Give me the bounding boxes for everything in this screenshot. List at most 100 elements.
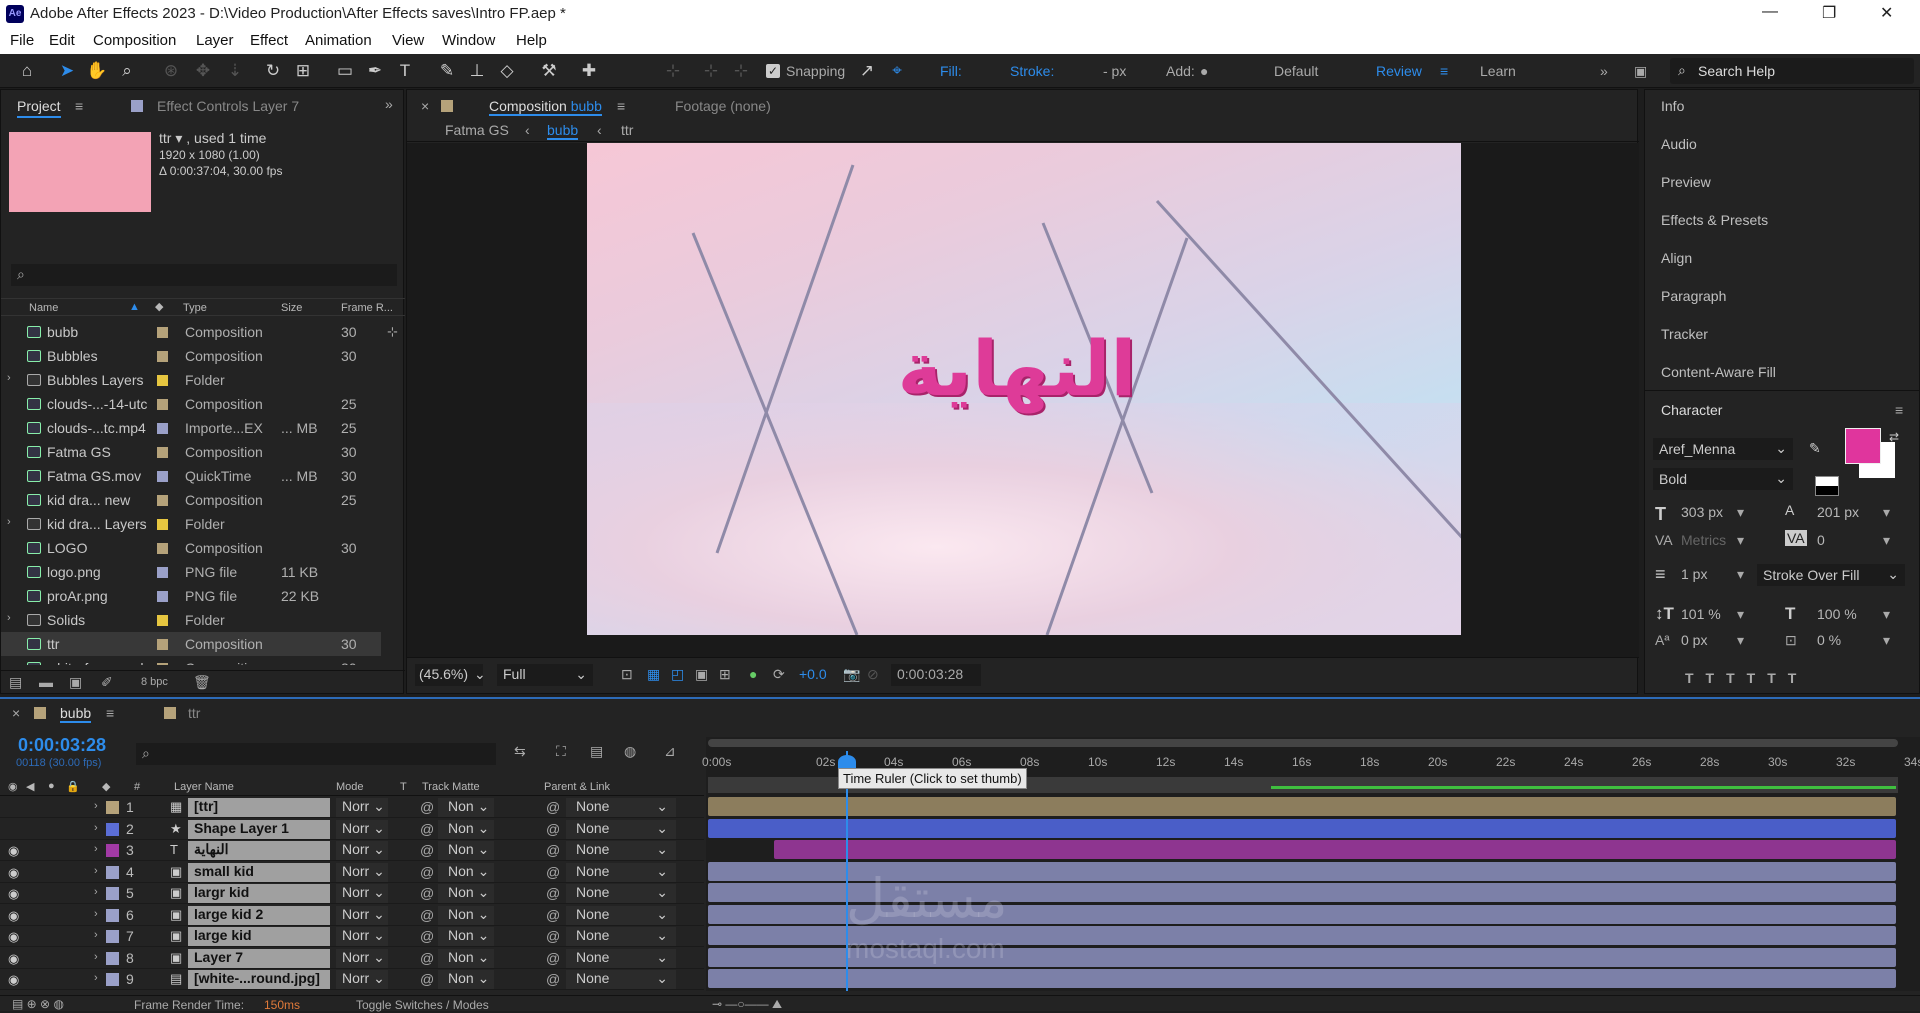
parent-dropdown[interactable]: None ⌄	[566, 841, 676, 860]
blend-mode-dropdown[interactable]: Norr ⌄	[336, 905, 388, 925]
track-matte-pickwhip-icon[interactable]: @	[420, 864, 434, 880]
pan-behind-tool-icon[interactable]: ⊞	[292, 60, 314, 82]
parent-dropdown[interactable]: None ⌄	[566, 948, 676, 968]
eye-icon[interactable]: ◉	[8, 972, 19, 988]
blend-mode-dropdown[interactable]: Norr ⌄	[336, 819, 388, 839]
layer-label-color[interactable]	[106, 908, 119, 922]
blend-mode-dropdown[interactable]: Norr ⌄	[336, 862, 388, 882]
parent-dropdown[interactable]: None ⌄	[566, 798, 676, 817]
timeline-layer-row[interactable]: ◉ › 9 ▤ [white-...round.jpg] Norr ⌄ @ Non ⌄ @ Non…	[0, 969, 704, 990]
frame-blending-icon[interactable]: ▤	[590, 743, 603, 760]
rotate-tool-icon[interactable]: ↻	[262, 60, 284, 82]
timeline-search-input[interactable]: ⌕	[136, 743, 496, 765]
vertical-scale-value[interactable]: 101 %	[1681, 606, 1721, 622]
panel-info[interactable]: Info	[1661, 98, 1684, 114]
selection-tool-icon[interactable]: ➤	[56, 60, 78, 82]
close-comp-icon[interactable]: ×	[421, 98, 429, 114]
blend-mode-dropdown[interactable]: Norr ⌄	[336, 841, 388, 860]
label-color[interactable]	[157, 639, 168, 650]
font-size-value[interactable]: 303 px	[1681, 504, 1723, 520]
comp-menu-icon[interactable]: ≡	[617, 98, 625, 114]
label-color[interactable]	[157, 495, 168, 506]
parent-pickwhip-icon[interactable]: @	[546, 971, 560, 987]
snap-target-icon[interactable]: ⌖	[886, 60, 908, 82]
project-item[interactable]: Bubbles Composition 30	[1, 344, 381, 368]
eye-icon[interactable]: ◉	[8, 951, 19, 967]
eyedropper-icon[interactable]: ✎	[1809, 440, 1821, 457]
hand-tool-icon[interactable]: ✋	[86, 60, 108, 82]
col-type[interactable]: Type	[183, 302, 207, 314]
resolution-dropdown[interactable]: Full ⌄	[497, 664, 593, 686]
track-matte-dropdown[interactable]: Non ⌄	[438, 862, 494, 882]
sync-icon[interactable]: ▣	[1634, 63, 1647, 80]
label-color[interactable]	[157, 519, 168, 530]
chevron-down-icon[interactable]: ▾	[1737, 606, 1744, 623]
region-of-interest-icon[interactable]: ▣	[695, 666, 708, 683]
parent-pickwhip-icon[interactable]: @	[546, 950, 560, 966]
panel-audio[interactable]: Audio	[1661, 136, 1697, 152]
baseline-shift-value[interactable]: 0 px	[1681, 632, 1707, 648]
label-color[interactable]	[157, 351, 168, 362]
chevron-down-icon[interactable]: ▾	[1883, 632, 1890, 649]
track-matte-dropdown[interactable]: Non ⌄	[438, 819, 494, 839]
lock-switch-icon[interactable]: 🔒	[66, 780, 80, 793]
project-item[interactable]: › kid dra... Layers Folder	[1, 512, 381, 536]
col-layer-name[interactable]: Layer Name	[174, 781, 234, 793]
twirl-arrow-icon[interactable]: ›	[94, 929, 98, 941]
eye-icon[interactable]: ◉	[8, 886, 19, 902]
blend-mode-dropdown[interactable]: Norr ⌄	[336, 948, 388, 968]
twirl-arrow-icon[interactable]: ›	[94, 908, 98, 920]
timeline-track-area[interactable]: 0:00s 02s 04s 06s 08s 10s 12s 14s 16s 18s 20s 22s 24…	[702, 737, 1920, 991]
tsume-value[interactable]: 0 %	[1817, 632, 1841, 648]
label-color[interactable]	[157, 327, 168, 338]
col-size[interactable]: Size	[281, 302, 302, 314]
panel-paragraph[interactable]: Paragraph	[1661, 288, 1726, 304]
track-matte-pickwhip-icon[interactable]: @	[420, 971, 434, 987]
menu-window[interactable]: Window	[442, 32, 495, 49]
layer-name[interactable]: Shape Layer 1	[188, 819, 330, 839]
parent-dropdown[interactable]: None ⌄	[566, 970, 676, 989]
panel-tracker[interactable]: Tracker	[1661, 326, 1708, 342]
project-item[interactable]: proAr.png PNG file 22 KB	[1, 584, 381, 608]
workspace-default[interactable]: Default	[1274, 63, 1318, 79]
puppet-pin-icon[interactable]: ✚	[578, 60, 600, 82]
snapping-checkbox[interactable]: ✓	[766, 64, 780, 78]
comp-viewer[interactable]: النهاية	[407, 143, 1639, 657]
new-folder-icon[interactable]: ▬	[39, 674, 53, 690]
track-matte-dropdown[interactable]: Non ⌄	[438, 798, 494, 817]
project-menu-icon[interactable]: ≡	[75, 98, 83, 114]
layer-name[interactable]: [white-...round.jpg]	[188, 970, 330, 989]
bpc-label[interactable]: 8 bpc	[141, 676, 168, 688]
layer-label-color[interactable]	[106, 844, 119, 857]
more-workspaces-icon[interactable]: »	[1600, 63, 1608, 79]
axis-local-icon[interactable]: ⊹	[662, 60, 684, 82]
chevron-down-icon[interactable]: ▾	[1737, 566, 1744, 583]
flowchart-icon[interactable]: ⊹	[387, 324, 398, 340]
layer-name[interactable]: [ttr]	[188, 798, 330, 817]
parent-dropdown[interactable]: None ⌄	[566, 927, 676, 946]
chevron-down-icon[interactable]: ▾	[1883, 532, 1890, 549]
timeline-tab-bubb[interactable]: bubb	[60, 705, 92, 723]
zoom-dropdown[interactable]: (45.6%) ⌄	[415, 664, 486, 686]
axis-view-icon[interactable]: ⊹	[730, 60, 752, 82]
timeline-layer-row[interactable]: ◉ › 6 ▣ large kid 2 Norr ⌄ @ Non ⌄ @ None ⌄	[0, 905, 704, 926]
fast-preview-icon[interactable]: ⊡	[621, 666, 633, 683]
track-matte-dropdown[interactable]: Non ⌄	[438, 948, 494, 968]
draft-3d-icon[interactable]: ⛶	[556, 743, 566, 760]
adjust-icon[interactable]: ✐	[101, 674, 113, 691]
breadcrumb-fatma[interactable]: Fatma GS	[445, 122, 509, 138]
stroke-width[interactable]: - px	[1103, 63, 1126, 79]
label-color[interactable]	[157, 543, 168, 554]
kerning-value[interactable]: Metrics	[1681, 532, 1726, 548]
toggle-switches-modes[interactable]: Toggle Switches / Modes	[356, 998, 489, 1012]
layer-duration-bar[interactable]	[708, 797, 1896, 816]
layer-duration-bar[interactable]	[708, 818, 1896, 838]
project-item[interactable]: › Bubbles Layers Folder	[1, 368, 381, 392]
tracking-value[interactable]: 0	[1817, 532, 1825, 548]
project-item[interactable]: ttr Composition 30	[1, 632, 381, 656]
interpret-footage-icon[interactable]: ▤	[9, 674, 22, 691]
expand-arrow-icon[interactable]: ›	[7, 612, 11, 624]
pen-tool-icon[interactable]: ✒	[364, 60, 386, 82]
chevron-down-icon[interactable]: ▾	[1737, 532, 1744, 549]
clone-stamp-icon[interactable]: ⊥	[466, 60, 488, 82]
